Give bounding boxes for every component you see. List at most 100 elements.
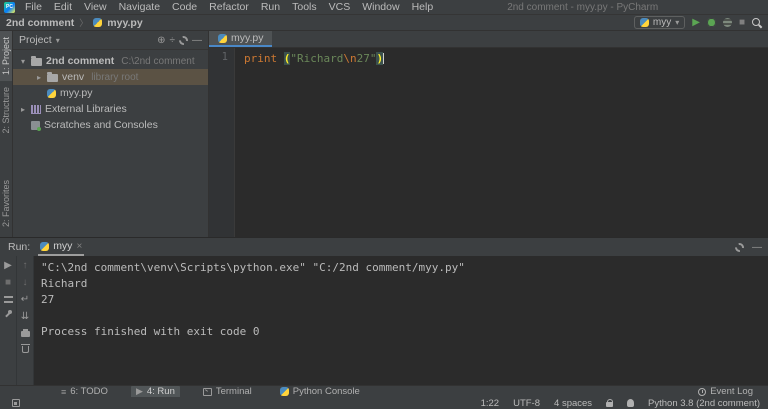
python-interpreter[interactable]: Python 3.8 (2nd comment) bbox=[648, 398, 760, 409]
run-console-output[interactable]: "C:\2nd comment\venv\Scripts\python.exe"… bbox=[34, 256, 768, 385]
tree-chevron-icon[interactable]: ▾ bbox=[19, 57, 27, 66]
settings-icon[interactable] bbox=[735, 242, 744, 252]
event-log-button[interactable]: Event Log bbox=[693, 386, 758, 398]
up-stacktrace-icon[interactable]: ↑ bbox=[23, 261, 28, 271]
tool-strip-item-1-project[interactable]: 1: Project bbox=[0, 31, 12, 82]
project-panel-title: Project bbox=[19, 34, 52, 46]
hide-panel-icon[interactable]: — bbox=[752, 242, 762, 252]
editor-body[interactable]: 1 print ("Richard\n27") bbox=[209, 48, 768, 237]
project-panel: Project ▾ ⊕ ÷ — ▾ 2nd comment C:\2nd comme… bbox=[13, 31, 209, 237]
menu-run[interactable]: Run bbox=[261, 1, 280, 13]
scratches-icon bbox=[31, 120, 41, 131]
tree-item-label: Scratches and Consoles bbox=[44, 119, 158, 131]
close-icon[interactable]: × bbox=[76, 241, 82, 252]
tool-window-button-label: Terminal bbox=[215, 386, 252, 397]
code-line[interactable]: print ("Richard\n27") bbox=[235, 48, 768, 237]
run-toolbar: myy ▾ ▶ ■ bbox=[633, 16, 762, 29]
python-icon bbox=[639, 18, 649, 27]
tree-row[interactable]: ▸ venv library root bbox=[13, 69, 208, 85]
run-panel: Run: myy × — ▶ ■ ↑ ↓ ↵ ⇊ "C:\2nd comment… bbox=[0, 237, 768, 385]
tree-row[interactable]: ▾ 2nd comment C:\2nd comment bbox=[13, 53, 208, 69]
clear-all-icon[interactable] bbox=[20, 344, 30, 353]
menu-window[interactable]: Window bbox=[362, 1, 399, 13]
stop-icon[interactable]: ■ bbox=[5, 278, 11, 288]
run-panel-header: Run: myy × — bbox=[0, 238, 768, 256]
menu-view[interactable]: View bbox=[84, 1, 107, 13]
tree-chevron-icon[interactable]: ▸ bbox=[35, 73, 43, 82]
tool-window-button-label: 4: Run bbox=[146, 386, 175, 397]
tool-window-switcher-icon[interactable] bbox=[12, 399, 20, 407]
folder-icon bbox=[31, 55, 42, 66]
chevron-down-icon[interactable]: ▾ bbox=[56, 36, 60, 45]
tree-row[interactable]: Scratches and Consoles bbox=[13, 117, 208, 133]
tree-chevron-icon[interactable]: ▸ bbox=[19, 105, 27, 114]
menu-bar: File Edit View Navigate Code Refactor Run Tools… bbox=[25, 1, 433, 13]
tree-item-label: 2nd comment bbox=[46, 55, 115, 67]
menu-code[interactable]: Code bbox=[172, 1, 197, 13]
menu-help[interactable]: Help bbox=[412, 1, 434, 13]
tree-row[interactable]: ▸ External Libraries bbox=[13, 101, 208, 117]
restore-layout-icon[interactable] bbox=[3, 295, 13, 303]
run-button[interactable]: ▶ bbox=[692, 17, 700, 28]
navigation-bar: 2nd comment 〉 myy.py myy ▾ ▶ ■ bbox=[0, 15, 768, 31]
breadcrumb-item[interactable]: myy.py bbox=[107, 17, 142, 29]
tool-window-button-python-console[interactable]: Python Console bbox=[275, 386, 365, 398]
tool-window-bar: ≡ 6: TODO ▶ 4: Run Terminal Python Console Ev… bbox=[0, 385, 768, 398]
stop-button[interactable]: ■ bbox=[739, 17, 745, 28]
tool-window-button-6-todo[interactable]: ≡ 6: TODO bbox=[56, 386, 113, 398]
run-toolbar-primary: ▶ ■ bbox=[0, 256, 17, 385]
run-panel-label: Run: bbox=[8, 241, 31, 253]
collapse-all-icon[interactable]: ÷ bbox=[170, 35, 176, 46]
chevron-down-icon: ▾ bbox=[675, 18, 680, 27]
hide-panel-icon[interactable]: — bbox=[192, 35, 202, 45]
run-tab-label: myy bbox=[53, 240, 73, 252]
console-line: "C:\2nd comment\venv\Scripts\python.exe"… bbox=[41, 261, 465, 274]
settings-icon[interactable] bbox=[179, 35, 188, 45]
console-line: Richard bbox=[41, 277, 88, 290]
event-log-label: Event Log bbox=[710, 386, 753, 397]
tree-row[interactable]: myy.py bbox=[13, 85, 208, 101]
breadcrumb-item[interactable]: 2nd comment bbox=[6, 17, 74, 29]
line-number: 1 bbox=[221, 51, 228, 63]
print-icon[interactable] bbox=[20, 329, 30, 337]
editor-tab-myy[interactable]: myy.py bbox=[209, 31, 273, 47]
left-tool-strip: 1: Project 2: Structure 2: Favorites bbox=[0, 31, 13, 237]
coverage-button[interactable] bbox=[722, 18, 732, 27]
code-token-string: "Richard bbox=[290, 52, 344, 65]
menu-refactor[interactable]: Refactor bbox=[209, 1, 249, 13]
run-config-select[interactable]: myy ▾ bbox=[633, 16, 686, 29]
menu-file[interactable]: File bbox=[25, 1, 42, 13]
tool-window-button-label: Python Console bbox=[292, 386, 360, 397]
pycharm-logo-icon: PC bbox=[4, 1, 15, 13]
run-tab-myy[interactable]: myy × bbox=[38, 238, 85, 256]
run-icon: ▶ bbox=[135, 386, 143, 396]
event-log-icon bbox=[698, 387, 707, 396]
file-encoding[interactable]: UTF-8 bbox=[513, 398, 540, 409]
python-icon bbox=[40, 241, 50, 251]
scroll-to-end-icon[interactable]: ⇊ bbox=[21, 312, 29, 322]
tool-window-button-4-run[interactable]: ▶ 4: Run bbox=[130, 385, 180, 398]
menu-edit[interactable]: Edit bbox=[54, 1, 72, 13]
tool-strip-item-2-favorites[interactable]: 2: Favorites bbox=[0, 174, 12, 233]
menu-navigate[interactable]: Navigate bbox=[119, 1, 160, 13]
indent-setting[interactable]: 4 spaces bbox=[554, 398, 592, 409]
debug-button[interactable] bbox=[706, 18, 716, 27]
lock-icon[interactable] bbox=[606, 399, 614, 407]
inspections-profile-icon[interactable] bbox=[627, 399, 635, 407]
rerun-icon[interactable]: ▶ bbox=[4, 261, 12, 271]
pin-tab-icon[interactable] bbox=[4, 310, 13, 319]
project-tree: ▾ 2nd comment C:\2nd comment ▸ venv library r… bbox=[13, 50, 208, 133]
python-file-icon bbox=[93, 18, 103, 27]
tool-window-button-terminal[interactable]: Terminal bbox=[198, 386, 257, 398]
editor-gutter: 1 bbox=[209, 48, 235, 237]
caret-position[interactable]: 1:22 bbox=[481, 398, 500, 409]
menu-vcs[interactable]: VCS bbox=[329, 1, 351, 13]
tool-window-button-label: 6: TODO bbox=[70, 386, 108, 397]
menu-tools[interactable]: Tools bbox=[292, 1, 317, 13]
soft-wrap-icon[interactable]: ↵ bbox=[21, 295, 29, 305]
search-everywhere-icon[interactable] bbox=[752, 17, 762, 28]
locate-icon[interactable]: ⊕ bbox=[157, 35, 165, 46]
down-stacktrace-icon[interactable]: ↓ bbox=[23, 278, 28, 288]
tool-strip-item-2-structure[interactable]: 2: Structure bbox=[0, 81, 12, 140]
